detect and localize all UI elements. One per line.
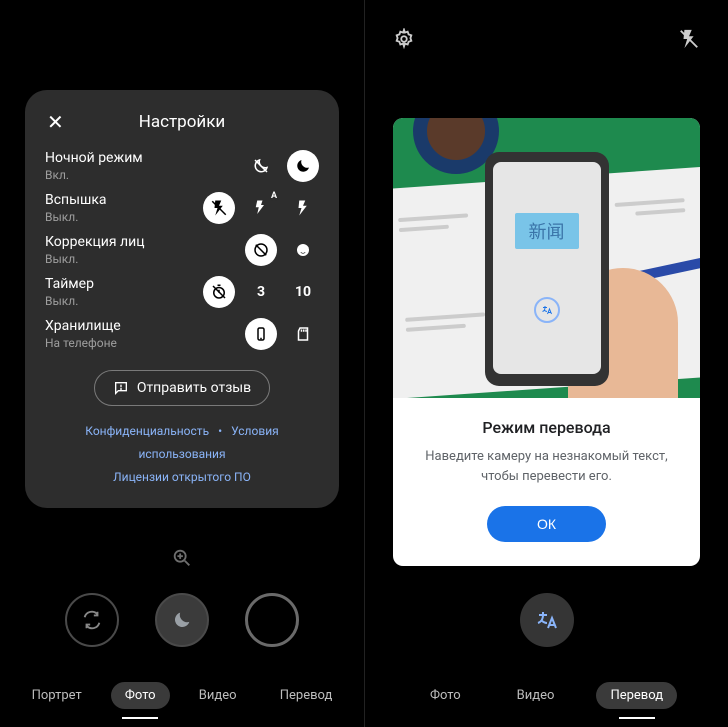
sd-card-icon[interactable] [287, 318, 319, 350]
feedback-icon [113, 380, 129, 396]
phone-illustration: 新闻 [485, 152, 609, 386]
moon-icon[interactable] [287, 150, 319, 182]
switch-camera-icon [81, 609, 103, 631]
tab-photo[interactable]: Фото [111, 682, 170, 709]
modal-title: Режим перевода [415, 418, 678, 437]
timer-10-icon[interactable]: 10 [287, 276, 319, 308]
flash-off-icon[interactable] [678, 28, 700, 54]
night-mode-button[interactable] [155, 593, 209, 647]
tab-video[interactable]: Видео [503, 682, 569, 709]
feedback-button[interactable]: Отправить отзыв [94, 370, 270, 406]
modal-illustration: 新闻 [393, 118, 700, 398]
translate-mode-button[interactable] [520, 593, 574, 647]
modal-description: Наведите камеру на незнакомый текст, что… [415, 447, 678, 486]
moon-icon [171, 609, 193, 631]
timer-off-icon[interactable] [203, 276, 235, 308]
close-icon[interactable]: ✕ [47, 112, 64, 132]
setting-value: Выкл. [45, 210, 203, 224]
tab-photo[interactable]: Фото [416, 682, 475, 709]
flash-auto-icon[interactable]: A [245, 192, 277, 224]
camera-settings-screen: ✕ Настройки Ночной режим Вкл. Вспышка [0, 0, 364, 727]
camera-tabs: Фото Видео Перевод [365, 682, 728, 709]
camera-tabs: Портрет Фото Видео Перевод [0, 682, 364, 709]
phone-storage-icon[interactable] [245, 318, 277, 350]
translate-modal: 新闻 Режим перевода Наведите камеру на нез… [393, 118, 700, 566]
flash-on-icon[interactable] [287, 192, 319, 224]
shutter-button[interactable] [245, 593, 299, 647]
setting-label: Ночной режим [45, 150, 245, 166]
translate-icon [534, 297, 560, 323]
gear-icon[interactable] [393, 28, 415, 54]
setting-label: Хранилище [45, 318, 245, 334]
zoom-icon[interactable] [171, 547, 193, 573]
setting-value: Выкл. [45, 294, 203, 308]
retouch-on-icon[interactable] [287, 234, 319, 266]
switch-camera-button[interactable] [65, 593, 119, 647]
translate-icon [535, 608, 559, 632]
setting-value: Вкл. [45, 168, 245, 182]
ok-button[interactable]: ОК [487, 506, 606, 542]
feedback-label: Отправить отзыв [137, 380, 251, 396]
setting-row-night: Ночной режим Вкл. [45, 150, 319, 182]
setting-row-flash: Вспышка Выкл. A [45, 192, 319, 224]
flash-off-icon[interactable] [203, 192, 235, 224]
tab-video[interactable]: Видео [185, 682, 251, 709]
settings-links: Конфиденциальность • Условия использован… [45, 420, 319, 488]
setting-value: Выкл. [45, 252, 245, 266]
setting-label: Вспышка [45, 192, 203, 208]
setting-row-timer: Таймер Выкл. 3 10 [45, 276, 319, 308]
settings-title: Настройки [45, 112, 319, 132]
tab-translate[interactable]: Перевод [596, 682, 677, 709]
setting-row-retouch: Коррекция лиц Выкл. [45, 234, 319, 266]
privacy-link[interactable]: Конфиденциальность [85, 424, 209, 438]
illustration-text: 新闻 [515, 213, 579, 249]
tab-translate[interactable]: Перевод [266, 682, 347, 709]
setting-label: Таймер [45, 276, 203, 292]
settings-header: ✕ Настройки [45, 112, 319, 132]
setting-row-storage: Хранилище На телефоне [45, 318, 319, 350]
licenses-link[interactable]: Лицензии открытого ПО [113, 470, 251, 484]
setting-value: На телефоне [45, 336, 245, 350]
translate-mode-screen: 新闻 Режим перевода Наведите камеру на нез… [364, 0, 728, 727]
timer-3-icon[interactable]: 3 [245, 276, 277, 308]
retouch-off-icon[interactable] [245, 234, 277, 266]
mode-buttons [0, 593, 364, 647]
flash-auto-label: A [270, 191, 278, 201]
tab-portrait[interactable]: Портрет [18, 682, 96, 709]
night-off-icon[interactable] [245, 150, 277, 182]
setting-label: Коррекция лиц [45, 234, 245, 250]
top-bar [365, 28, 728, 54]
settings-panel: ✕ Настройки Ночной режим Вкл. Вспышка [25, 90, 339, 508]
